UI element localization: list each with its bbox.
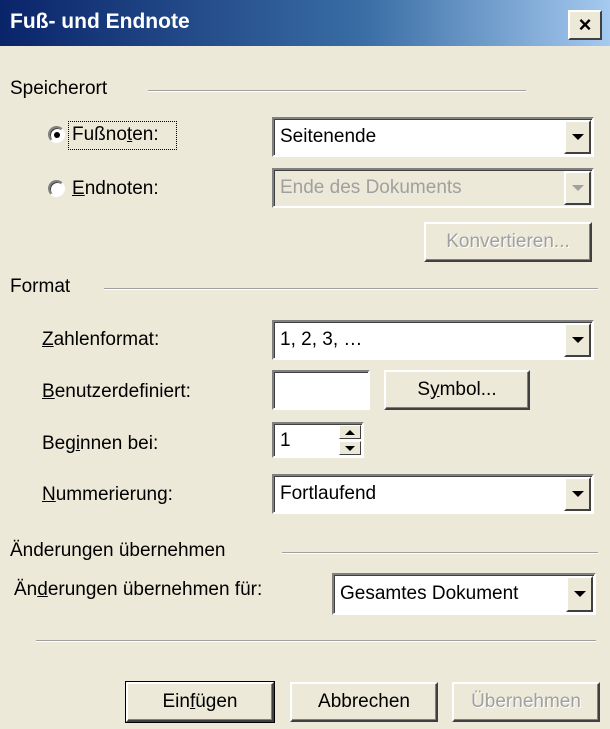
- spin-down-button[interactable]: [339, 441, 361, 455]
- numbering-value: Fortlaufend: [280, 483, 377, 504]
- apply-changes-group-label: Änderungen übernehmen: [10, 540, 226, 561]
- close-icon: ×: [578, 12, 592, 37]
- radio-selected-dot: [54, 132, 60, 138]
- apply-to-dropdown-button[interactable]: [566, 576, 593, 612]
- chevron-down-icon: [571, 134, 584, 140]
- footnotes-radio[interactable]: [48, 126, 65, 143]
- chevron-down-icon: [573, 591, 586, 597]
- format-group-divider: [104, 288, 598, 290]
- cancel-button[interactable]: Abbrechen: [290, 682, 438, 722]
- number-format-label: Zahlenformat:: [42, 329, 160, 350]
- start-at-spinner[interactable]: 1: [272, 422, 364, 458]
- numbering-label: Nummerierung:: [42, 484, 173, 505]
- endnotes-label[interactable]: Endnoten:: [72, 178, 159, 200]
- convert-button[interactable]: Konvertieren...: [424, 222, 592, 262]
- apply-changes-group-divider: [282, 552, 598, 554]
- location-group-label: Speicherort: [10, 78, 108, 99]
- apply-to-select[interactable]: Gesamtes Dokument: [332, 573, 596, 615]
- endnotes-radio[interactable]: [48, 180, 65, 197]
- chevron-down-icon: [571, 185, 584, 191]
- custom-mark-input[interactable]: [272, 370, 370, 410]
- footnotes-position-select[interactable]: Seitenende: [272, 117, 594, 157]
- number-format-select[interactable]: 1, 2, 3, …: [272, 320, 594, 360]
- format-group-label: Format: [10, 276, 71, 297]
- chevron-down-icon: [571, 491, 584, 497]
- chevron-down-icon: [345, 445, 355, 451]
- location-group-divider: [148, 90, 526, 92]
- custom-mark-label: Benutzerdefiniert:: [42, 381, 191, 402]
- apply-to-value: Gesamtes Dokument: [340, 583, 519, 604]
- endnotes-position-select[interactable]: Ende des Dokuments: [272, 168, 594, 208]
- dialog-title: Fuß- und Endnote: [10, 10, 190, 33]
- bottom-divider: [36, 640, 596, 642]
- endnotes-dropdown-button[interactable]: [564, 171, 591, 205]
- apply-to-label: Änderungen übernehmen für:: [14, 579, 263, 600]
- footnotes-label[interactable]: Fußnoten:: [72, 124, 159, 146]
- title-bar: Fuß- und Endnote ×: [0, 0, 610, 46]
- numbering-select[interactable]: Fortlaufend: [272, 474, 594, 514]
- chevron-down-icon: [571, 337, 584, 343]
- numbering-dropdown-button[interactable]: [564, 477, 591, 511]
- number-format-value: 1, 2, 3, …: [280, 329, 363, 350]
- insert-button[interactable]: Ein f ügen: [125, 681, 275, 723]
- apply-button[interactable]: Übernehmen: [452, 682, 600, 722]
- symbol-button[interactable]: Sy mbol...: [384, 370, 530, 410]
- spin-up-button[interactable]: [339, 425, 361, 439]
- start-at-label: Beginnen bei:: [42, 433, 159, 454]
- footnotes-dropdown-button[interactable]: [564, 120, 591, 154]
- chevron-up-icon: [345, 429, 355, 435]
- start-at-value: 1: [280, 430, 291, 451]
- number-format-dropdown-button[interactable]: [564, 323, 591, 357]
- endnotes-position-value: Ende des Dokuments: [280, 177, 462, 198]
- footnotes-position-value: Seitenende: [280, 126, 377, 147]
- close-button[interactable]: ×: [568, 10, 602, 40]
